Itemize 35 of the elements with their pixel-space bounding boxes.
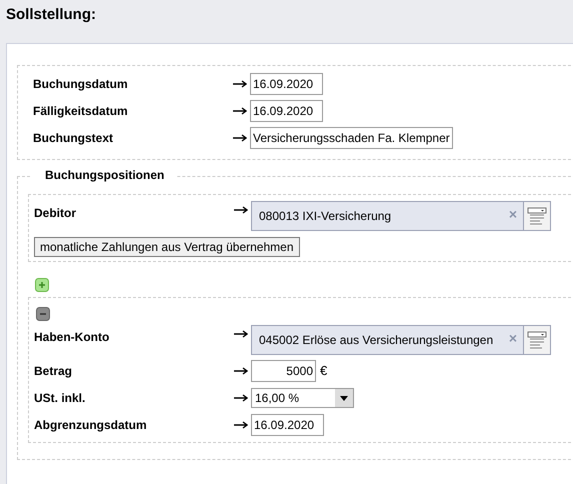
- field-label: Debitor: [34, 206, 77, 220]
- arrow-icon: [234, 394, 248, 402]
- lookup-field[interactable]: 045002 Erlöse aus Versicherungsleistungen ×: [251, 325, 524, 355]
- currency-unit: €: [320, 363, 328, 378]
- lookup-field[interactable]: 080013 IXI-Versicherung ×: [251, 201, 524, 231]
- vat-dropdown[interactable]: 16,00 %: [251, 388, 354, 408]
- field-label: Fälligkeitsdatum: [33, 104, 129, 118]
- list-icon: [527, 330, 547, 350]
- add-icon[interactable]: [35, 278, 49, 292]
- caret-icon: [335, 388, 353, 406]
- remove-icon[interactable]: [36, 307, 50, 321]
- arrow-icon: [234, 206, 248, 214]
- field-label: Buchungstext: [33, 130, 114, 144]
- arrow-icon: [234, 330, 248, 338]
- field-label: Abgrenzungsdatum: [34, 418, 148, 432]
- date-field[interactable]: 16.09.2020: [251, 414, 324, 436]
- field-label: USt. inkl.: [34, 390, 86, 404]
- date-field[interactable]: 16.09.2020: [250, 72, 323, 94]
- date-field[interactable]: 16.09.2020: [250, 100, 323, 122]
- list-icon: [527, 206, 547, 226]
- field-label: Betrag: [34, 364, 74, 378]
- apply-payments-button[interactable]: monatliche Zahlungen aus Vertrag übernehmen: [34, 237, 300, 257]
- text-field[interactable]: Versicherungsschaden Fa. Klempner: [250, 126, 453, 148]
- amount-field[interactable]: 5000: [251, 360, 316, 382]
- arrow-icon: [234, 366, 248, 374]
- arrow-icon: [233, 134, 247, 142]
- section-title: Buchungspositionen: [32, 168, 178, 182]
- page-title: Sollstellung:: [5, 5, 97, 25]
- lookup-button[interactable]: [524, 201, 551, 231]
- field-label: Buchungsdatum: [33, 76, 129, 90]
- arrow-icon: [234, 420, 248, 428]
- arrow-icon: [233, 80, 247, 88]
- field-label: Haben-Konto: [34, 330, 110, 344]
- lookup-button[interactable]: [524, 325, 551, 355]
- arrow-icon: [233, 106, 247, 114]
